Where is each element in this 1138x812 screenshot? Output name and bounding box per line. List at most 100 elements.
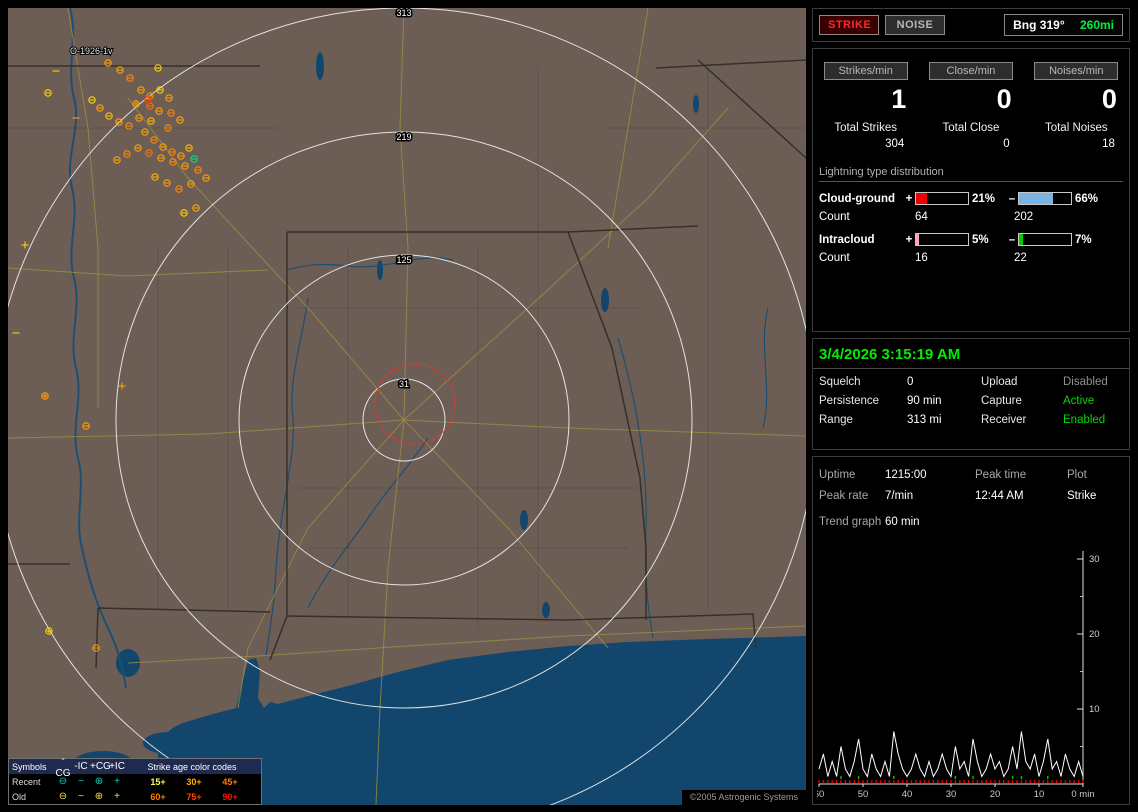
- noises-rate-value: 0: [1101, 84, 1117, 114]
- system-datetime: 3/4/2026 3:15:19 AM: [813, 339, 1129, 369]
- legend-recent-label: Recent: [12, 776, 41, 787]
- legend-old-row: Old ⊖ − ⊕ + 60+ 75+ 90+: [9, 789, 261, 804]
- trend-window-row: Trend graph 60 min: [813, 516, 1129, 528]
- intracloud-label: Intracloud: [819, 233, 875, 246]
- svg-text:20: 20: [990, 789, 1001, 800]
- receiver-status: Enabled: [1063, 414, 1106, 426]
- age-45: 45+: [222, 776, 238, 787]
- svg-text:10: 10: [1089, 704, 1100, 715]
- plot-value: Strike: [1067, 490, 1097, 502]
- ic-negative-pct: 7%: [1075, 233, 1092, 246]
- svg-text:313: 313: [396, 8, 411, 18]
- cloud-ground-count-row: Count 64 202: [819, 211, 1129, 223]
- trend-window-value: 60 min: [885, 516, 920, 528]
- cg-negative-count: 202: [1014, 211, 1034, 223]
- old-pos-ic-icon: +: [114, 790, 120, 802]
- ic-count-label: Count: [819, 252, 850, 264]
- close-rate-value: 0: [996, 84, 1012, 114]
- old-neg-cg-icon: ⊖: [58, 790, 68, 802]
- age-30: 30+: [186, 776, 202, 787]
- close-column: Close/min 0 Total Close 0: [918, 61, 1023, 150]
- total-close-value: 0: [1003, 138, 1010, 150]
- uptime-value: 1215:00: [885, 469, 927, 481]
- legend-col-pos-ic: +IC: [109, 760, 125, 772]
- strikes-per-min-button[interactable]: Strikes/min: [823, 62, 908, 80]
- legend-recent-row: Recent ⊖ − ⊕ + 15+ 30+ 45+: [9, 774, 261, 789]
- svg-text:40: 40: [902, 789, 913, 800]
- rate-columns: Strikes/min 1 Total Strikes 304 Close/mi…: [813, 61, 1129, 150]
- distance-value: 260mi: [1079, 18, 1114, 32]
- upload-status: Disabled: [1063, 376, 1108, 388]
- noise-mode-button[interactable]: NOISE: [885, 15, 945, 35]
- legend-symbols-title: Symbols: [12, 761, 47, 772]
- total-strikes-label: Total Strikes: [834, 122, 897, 134]
- minus-sign: –: [1008, 192, 1016, 205]
- range-value: 313 mi: [907, 414, 942, 426]
- age-90: 90+: [222, 791, 238, 802]
- cg-positive-count: 64: [915, 211, 928, 223]
- intracloud-count-row: Count 16 22: [819, 252, 1129, 264]
- recent-neg-cg-icon: ⊖: [58, 775, 68, 787]
- trend-graph: 30 20 10 60 50 40 30 20 10 0 min: [817, 551, 1100, 800]
- upload-label: Upload: [981, 376, 1018, 388]
- peak-time-label: Peak time: [975, 469, 1027, 481]
- sidebar: STRIKE NOISE Bng 319° 260mi Strikes/min …: [812, 8, 1134, 805]
- peak-rate-value: 7/min: [885, 490, 914, 502]
- cloud-ground-label: Cloud-ground: [819, 192, 896, 205]
- cg-count-label: Count: [819, 211, 850, 223]
- intracloud-row: Intracloud + 5% – 7%: [819, 233, 1129, 246]
- ic-positive-bar: [915, 233, 969, 246]
- recent-pos-ic-icon: +: [114, 775, 120, 787]
- plus-sign: +: [905, 192, 913, 205]
- bearing-value: Bng 319°: [1013, 18, 1065, 32]
- peak-time-value: 12:44 AM: [975, 490, 1024, 502]
- trend-panel: Uptime 1215:00 Peak time Plot Peak rate …: [812, 456, 1130, 805]
- age-15: 15+: [150, 776, 166, 787]
- strike-mode-button[interactable]: STRIKE: [819, 15, 879, 35]
- ic-positive-count: 16: [915, 252, 928, 264]
- svg-text:30: 30: [946, 789, 957, 800]
- status-row: Squelch 0 Upload Disabled: [813, 376, 1129, 388]
- plus-sign: +: [905, 233, 913, 246]
- bearing-display: Bng 319° 260mi: [1004, 14, 1123, 36]
- legend-col-pos-cg: +CG: [90, 760, 111, 772]
- total-close-label: Total Close: [942, 122, 1000, 134]
- peak-rate-label: Peak rate: [819, 490, 869, 502]
- lightning-map[interactable]: 31 125 219 313 O-1926-1v Symbols -CG -IC +C…: [8, 8, 806, 805]
- legend-age-title: Strike age color codes: [147, 761, 237, 772]
- storm-cell-label: O-1926-1v: [70, 46, 113, 56]
- legend-header-row: Symbols -CG -IC +CG +IC Strike age color…: [9, 754, 261, 779]
- age-75: 75+: [186, 791, 202, 802]
- old-pos-cg-icon: ⊕: [94, 790, 104, 802]
- svg-text:125: 125: [396, 255, 411, 265]
- strikes-rate-value: 1: [891, 84, 907, 114]
- svg-text:219: 219: [396, 132, 411, 142]
- total-noises-label: Total Noises: [1044, 122, 1108, 134]
- copyright: ©2005 Astrogenic Systems: [681, 790, 806, 805]
- svg-text:0 min: 0 min: [1071, 789, 1094, 800]
- noises-per-min-button[interactable]: Noises/min: [1034, 62, 1119, 80]
- plot-label: Plot: [1067, 469, 1087, 481]
- svg-text:50: 50: [858, 789, 869, 800]
- recent-neg-ic-icon: −: [78, 775, 84, 787]
- cg-negative-pct: 66%: [1075, 192, 1099, 205]
- cg-negative-bar: [1018, 192, 1072, 205]
- capture-status: Active: [1063, 395, 1095, 407]
- statistics-panel: Strikes/min 1 Total Strikes 304 Close/mi…: [812, 48, 1130, 332]
- svg-text:20: 20: [1089, 629, 1100, 640]
- cloud-ground-row: Cloud-ground + 21% – 66%: [819, 192, 1129, 205]
- status-row: Range 313 mi Receiver Enabled: [813, 414, 1129, 426]
- legend-old-label: Old: [12, 791, 27, 802]
- ic-negative-bar: [1018, 233, 1072, 246]
- strike-legend: Symbols -CG -IC +CG +IC Strike age color…: [8, 754, 262, 805]
- trend-info-grid: Uptime 1215:00 Peak time Plot Peak rate …: [813, 469, 1129, 502]
- uptime-label: Uptime: [819, 469, 856, 481]
- status-row: Persistence 90 min Capture Active: [813, 395, 1129, 407]
- cg-positive-bar: [915, 192, 969, 205]
- svg-text:60: 60: [817, 789, 824, 800]
- close-per-min-button[interactable]: Close/min: [928, 62, 1013, 80]
- cg-positive-pct: 21%: [972, 192, 996, 205]
- ic-positive-pct: 5%: [972, 233, 989, 246]
- receiver-label: Receiver: [981, 414, 1027, 426]
- persistence-value: 90 min: [907, 395, 942, 407]
